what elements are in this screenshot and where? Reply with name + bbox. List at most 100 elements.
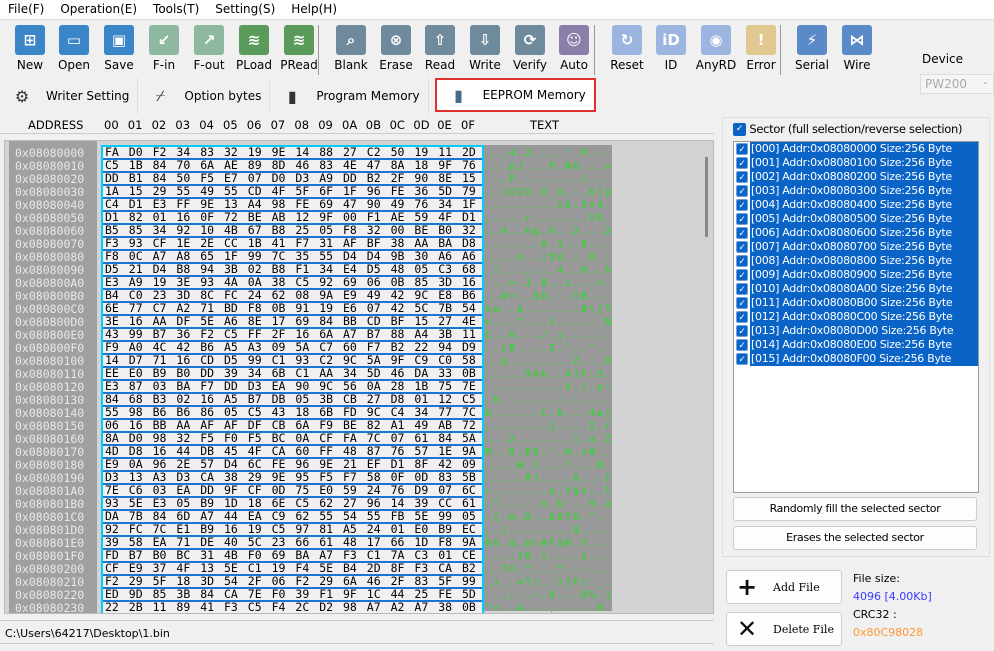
text-char: > bbox=[509, 278, 516, 289]
hex-byte[interactable]: 98 bbox=[343, 601, 357, 614]
sector-item[interactable]: ✓ [001] Addr:0x08080100 Size:256 Byte bbox=[734, 156, 978, 170]
checkbox-checked-icon[interactable]: ✓ bbox=[736, 185, 748, 197]
hex-byte[interactable]: 11 bbox=[153, 601, 167, 614]
menu-tools[interactable]: Tools(T) bbox=[145, 0, 207, 19]
hex-byte[interactable]: D2 bbox=[319, 601, 333, 614]
sector-item[interactable]: ✓ [014] Addr:0x08080E00 Size:256 Byte bbox=[734, 338, 978, 352]
toolbar-button-read[interactable]: ⇧ Read bbox=[418, 25, 462, 72]
sector-item[interactable]: ✓ [006] Addr:0x08080600 Size:256 Byte bbox=[734, 226, 978, 240]
tab-writer-setting[interactable]: ⚙ Writer Setting bbox=[0, 78, 139, 114]
hex-byte[interactable]: 2B bbox=[129, 601, 143, 614]
hex-row[interactable]: 22 2B 11 89 41 F3 C5 F4 2C D2 98 A7 A2 A7 38 0B bbox=[103, 601, 482, 614]
text-char: . bbox=[517, 200, 524, 211]
sector-item[interactable]: ✓ [008] Addr:0x08080800 Size:256 Byte bbox=[734, 254, 978, 268]
checkbox-checked-icon[interactable]: ✓ bbox=[736, 227, 748, 239]
hex-editor[interactable]: 0x08080000 0x08080010 0x08080020 0x08080030… bbox=[4, 140, 714, 614]
hex-byte[interactable]: F3 bbox=[224, 601, 238, 614]
menu-setting[interactable]: Setting(S) bbox=[207, 0, 283, 19]
tab-program-memory[interactable]: ▮ Program Memory bbox=[270, 78, 429, 114]
checkbox-checked-icon[interactable]: ✓ bbox=[736, 213, 748, 225]
hex-byte[interactable]: A2 bbox=[391, 601, 405, 614]
checkbox-checked-icon[interactable]: ✓ bbox=[736, 353, 748, 365]
device-select[interactable]: PW200 ⌄ bbox=[920, 74, 994, 94]
device-label: Device bbox=[922, 52, 964, 66]
checkbox-checked-icon[interactable]: ✓ bbox=[736, 325, 748, 337]
checkbox-checked-icon[interactable]: ✓ bbox=[736, 199, 748, 211]
text-char: a bbox=[589, 434, 596, 445]
toolbar-button-new[interactable]: ⊞ New bbox=[8, 25, 52, 72]
checkbox-checked-icon[interactable]: ✓ bbox=[733, 123, 746, 136]
toolbar-button-open[interactable]: ▭ Open bbox=[52, 25, 96, 72]
hex-byte[interactable]: A7 bbox=[414, 601, 428, 614]
sector-item[interactable]: ✓ [003] Addr:0x08080300 Size:256 Byte bbox=[734, 184, 978, 198]
add-file-button[interactable]: + Add File bbox=[726, 570, 842, 604]
sector-item[interactable]: ✓ [010] Addr:0x08080A00 Size:256 Byte bbox=[734, 282, 978, 296]
text-char: . bbox=[509, 200, 516, 211]
text-char: . bbox=[485, 369, 492, 380]
text-char: . bbox=[525, 486, 532, 497]
sector-item[interactable]: ✓ [007] Addr:0x08080700 Size:256 Byte bbox=[734, 240, 978, 254]
delete-file-button[interactable]: ✕ Delete File bbox=[726, 612, 842, 646]
toolbar-button-reset[interactable]: ↻ Reset bbox=[605, 25, 649, 72]
toolbar-button-blank[interactable]: ⌕ Blank bbox=[329, 25, 373, 72]
sector-item[interactable]: ✓ [002] Addr:0x08080200 Size:256 Byte bbox=[734, 170, 978, 184]
checkbox-checked-icon[interactable]: ✓ bbox=[736, 157, 748, 169]
menu-help[interactable]: Help(H) bbox=[283, 0, 345, 19]
hex-byte[interactable]: 0B bbox=[462, 601, 476, 614]
hex-byte[interactable]: 89 bbox=[176, 601, 190, 614]
sector-item[interactable]: ✓ [015] Addr:0x08080F00 Size:256 Byte bbox=[734, 352, 978, 366]
toolbar-button-pload[interactable]: ≋ PLoad bbox=[232, 25, 276, 72]
hex-byte[interactable]: C5 bbox=[248, 601, 262, 614]
sector-select-all[interactable]: ✓ Sector (full selection/reverse selecti… bbox=[733, 122, 962, 136]
hex-byte[interactable]: 2C bbox=[295, 601, 309, 614]
robot-icon: ☺ bbox=[559, 25, 589, 55]
checkbox-checked-icon[interactable]: ✓ bbox=[736, 171, 748, 183]
toolbar-button-f-out[interactable]: ↗ F-out bbox=[187, 25, 231, 72]
toolbar-button-wire[interactable]: ⋈ Wire bbox=[835, 25, 879, 72]
toolbar-button-save[interactable]: ▣ Save bbox=[97, 25, 141, 72]
tab-option-bytes[interactable]: ⌿ Option bytes bbox=[138, 78, 271, 114]
text-char: ! bbox=[565, 460, 572, 471]
toolbar-button-serial[interactable]: ⚡ Serial bbox=[790, 25, 834, 72]
sector-item[interactable]: ✓ [004] Addr:0x08080400 Size:256 Byte bbox=[734, 198, 978, 212]
random-fill-button[interactable]: Randomly fill the selected sector bbox=[733, 497, 977, 521]
sector-item[interactable]: ✓ [013] Addr:0x08080D00 Size:256 Byte bbox=[734, 324, 978, 338]
toolbar-button-auto[interactable]: ☺ Auto bbox=[552, 25, 596, 72]
sector-item[interactable]: ✓ [012] Addr:0x08080C00 Size:256 Byte bbox=[734, 310, 978, 324]
toolbar-button-pread[interactable]: ≋ PRead bbox=[277, 25, 321, 72]
hex-data-area[interactable]: FA D0 F2 34 83 32 19 9E 14 88 27 C2 50 19 11 2D C5 1B 84 70… bbox=[101, 145, 484, 614]
hex-byte[interactable]: 41 bbox=[200, 601, 214, 614]
erase-sector-button[interactable]: Erases the selected sector bbox=[733, 526, 977, 550]
sector-item[interactable]: ✓ [005] Addr:0x08080500 Size:256 Byte bbox=[734, 212, 978, 226]
hex-byte[interactable]: A7 bbox=[367, 601, 381, 614]
sector-list[interactable]: ✓ [000] Addr:0x08080000 Size:256 Byte ✓ [00… bbox=[733, 141, 979, 493]
menu-operation[interactable]: Operation(E) bbox=[52, 0, 145, 19]
text-char: J bbox=[525, 278, 532, 289]
sector-item[interactable]: ✓ [011] Addr:0x08080B00 Size:256 Byte bbox=[734, 296, 978, 310]
toolbar-button-write[interactable]: ⇩ Write bbox=[463, 25, 507, 72]
checkbox-checked-icon[interactable]: ✓ bbox=[736, 283, 748, 295]
sector-item[interactable]: ✓ [009] Addr:0x08080900 Size:256 Byte bbox=[734, 268, 978, 282]
sector-item[interactable]: ✓ [000] Addr:0x08080000 Size:256 Byte bbox=[734, 142, 978, 156]
hex-byte[interactable]: 22 bbox=[105, 601, 119, 614]
hex-byte[interactable]: F4 bbox=[272, 601, 286, 614]
text-char: . bbox=[509, 382, 516, 393]
toolbar-button-id[interactable]: iD ID bbox=[649, 25, 693, 72]
toolbar-button-verify[interactable]: ⟳ Verify bbox=[508, 25, 552, 72]
checkbox-checked-icon[interactable]: ✓ bbox=[736, 297, 748, 309]
checkbox-checked-icon[interactable]: ✓ bbox=[736, 339, 748, 351]
checkbox-checked-icon[interactable]: ✓ bbox=[736, 143, 748, 155]
checkbox-checked-icon[interactable]: ✓ bbox=[736, 255, 748, 267]
toolbar-button-f-in[interactable]: ↙ F-in bbox=[142, 25, 186, 72]
toolbar-button-error[interactable]: ! Error bbox=[739, 25, 783, 72]
hex-byte[interactable]: 38 bbox=[438, 601, 452, 614]
checkbox-checked-icon[interactable]: ✓ bbox=[736, 269, 748, 281]
toolbar-button-anyrd[interactable]: ◉ AnyRD bbox=[694, 25, 738, 72]
tab-eeprom-memory[interactable]: ▮ EEPROM Memory bbox=[434, 78, 596, 112]
vertical-scrollbar[interactable] bbox=[705, 157, 708, 237]
toolbar-button-erase[interactable]: ⊗ Erase bbox=[374, 25, 418, 72]
checkbox-checked-icon[interactable]: ✓ bbox=[736, 241, 748, 253]
text-char: . bbox=[549, 278, 556, 289]
checkbox-checked-icon[interactable]: ✓ bbox=[736, 311, 748, 323]
menu-file[interactable]: File(F) bbox=[0, 0, 52, 19]
